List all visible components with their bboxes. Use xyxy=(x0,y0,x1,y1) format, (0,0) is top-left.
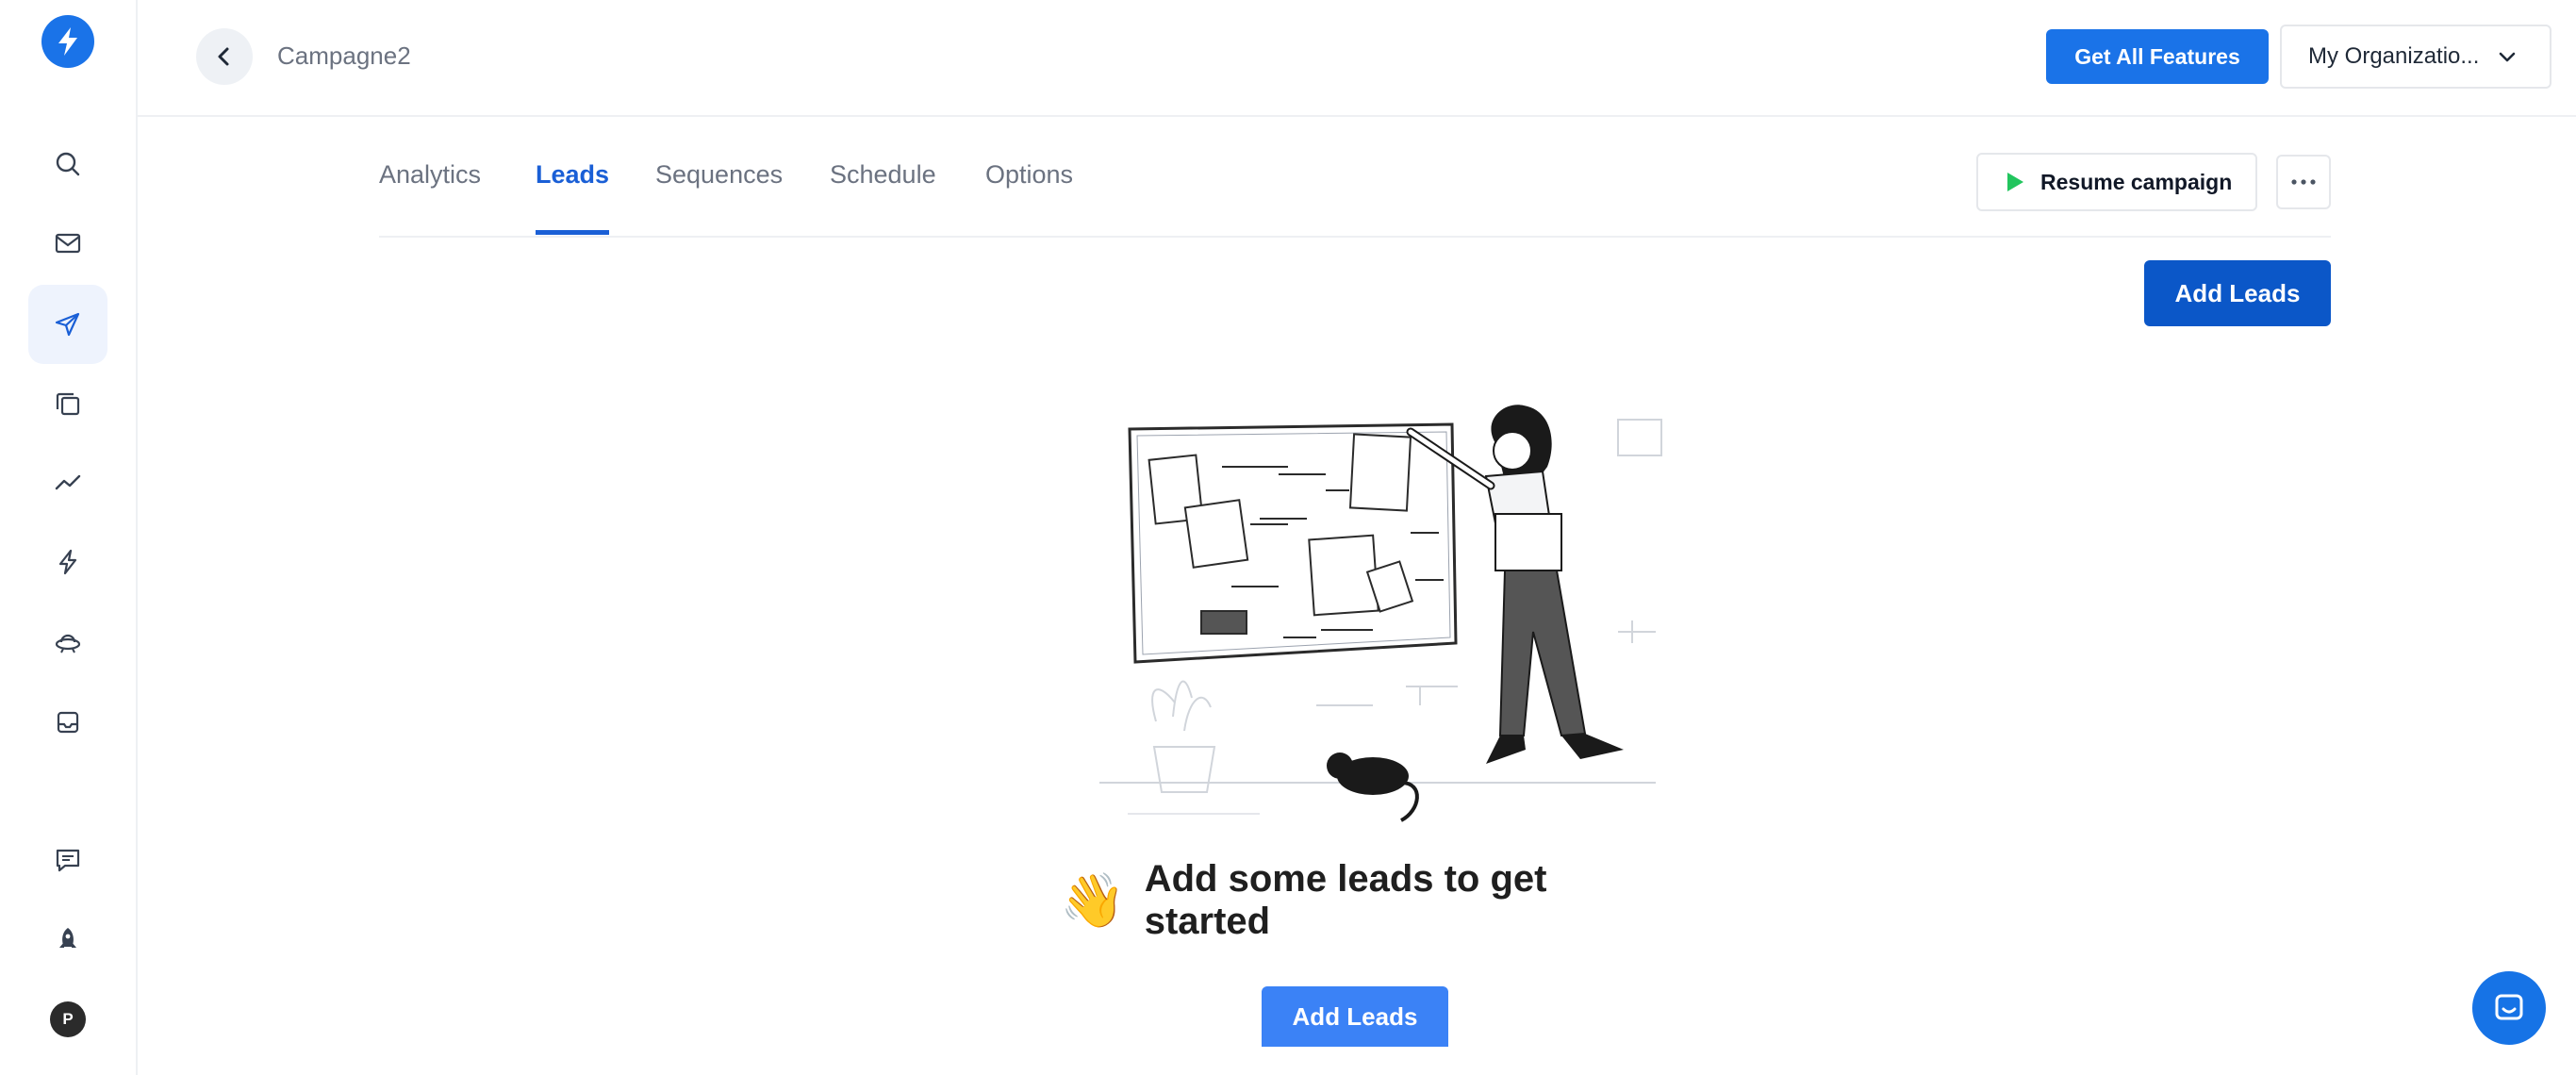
avatar[interactable]: P xyxy=(50,1001,86,1037)
back-button[interactable] xyxy=(196,28,253,85)
resume-campaign-button[interactable]: Resume campaign xyxy=(1976,153,2257,211)
chevron-down-icon xyxy=(2499,52,2516,62)
copy-icon[interactable] xyxy=(28,364,107,443)
tab-options[interactable]: Options xyxy=(985,160,1073,236)
top-bar: Campagne2 Get All Features My Organizati… xyxy=(138,0,2576,117)
search-icon[interactable] xyxy=(28,124,107,204)
tab-schedule[interactable]: Schedule xyxy=(830,160,936,236)
empty-state-text: Add some leads to get started xyxy=(1144,858,1547,942)
empty-state-add-leads-button[interactable]: Add Leads xyxy=(1262,986,1448,1047)
organization-select[interactable]: My Organizatio... xyxy=(2280,25,2551,89)
inbox-icon[interactable] xyxy=(28,683,107,762)
rocket-icon[interactable] xyxy=(28,900,107,979)
resume-campaign-label: Resume campaign xyxy=(2040,169,2233,194)
feedback-icon[interactable] xyxy=(28,820,107,900)
send-icon[interactable] xyxy=(28,285,107,364)
mail-icon[interactable] xyxy=(28,204,107,283)
play-icon xyxy=(2007,173,2023,191)
get-all-features-button[interactable]: Get All Features xyxy=(2046,29,2269,84)
chat-icon xyxy=(2495,994,2523,1020)
more-options-button[interactable] xyxy=(2276,155,2331,209)
breadcrumb[interactable]: Campagne2 xyxy=(277,41,411,71)
waving-hand-icon: 👋 xyxy=(1060,870,1126,930)
tab-sequences[interactable]: Sequences xyxy=(655,160,783,236)
more-horizontal-icon xyxy=(2291,179,2316,185)
chat-launcher-button[interactable] xyxy=(2472,971,2546,1045)
empty-leads-illustration xyxy=(1099,405,1662,822)
chevron-left-icon xyxy=(218,47,229,66)
empty-state-title: 👋 Add some leads to get started xyxy=(1060,858,1663,942)
sidebar: P xyxy=(0,0,138,1075)
lightning-icon[interactable] xyxy=(28,522,107,602)
tab-leads[interactable]: Leads xyxy=(536,160,609,236)
tab-analytics[interactable]: Analytics xyxy=(379,160,481,236)
organization-label: My Organizatio... xyxy=(2308,43,2480,69)
active-tab-indicator xyxy=(536,230,609,235)
bolt-icon[interactable] xyxy=(41,15,94,68)
ufo-icon[interactable] xyxy=(28,604,107,683)
trend-icon[interactable] xyxy=(28,443,107,522)
add-leads-button[interactable]: Add Leads xyxy=(2144,260,2331,326)
